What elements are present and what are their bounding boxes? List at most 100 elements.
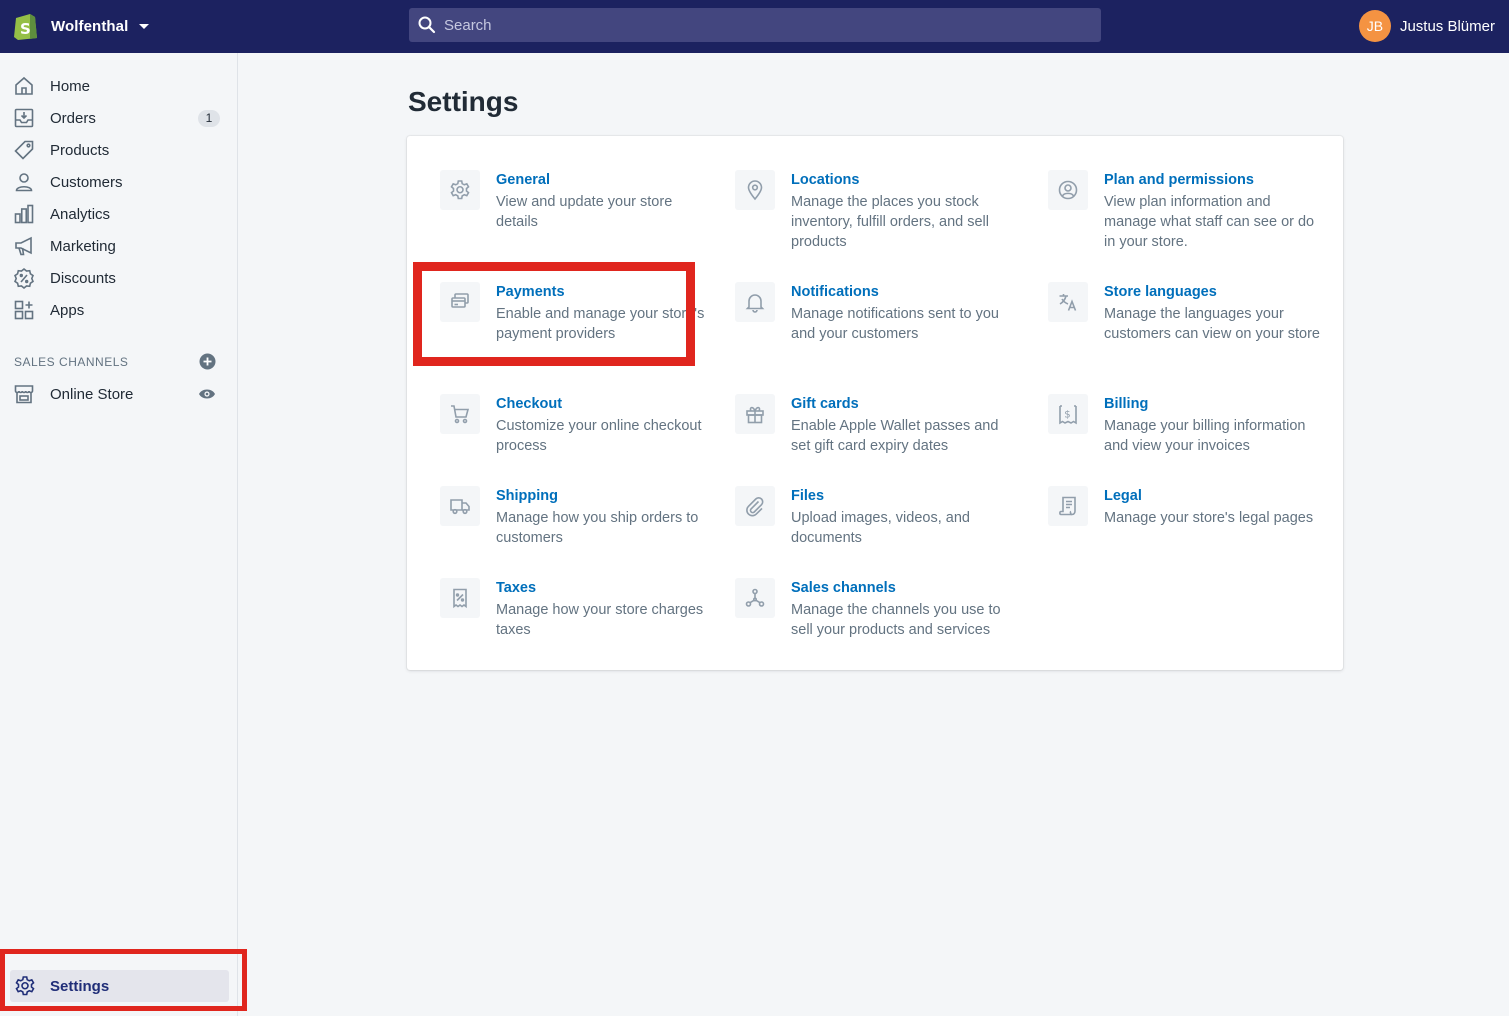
- search-input[interactable]: [444, 16, 1084, 34]
- tile-description: Manage how you ship orders to customers: [496, 510, 699, 546]
- page-title: Settings: [408, 86, 519, 117]
- tile-title: Shipping: [496, 488, 559, 504]
- location-pin-icon: [747, 180, 763, 201]
- sidebar-item-label: Apps: [50, 301, 85, 319]
- tile-title: Gift cards: [791, 396, 859, 412]
- payments-icon: [451, 293, 469, 308]
- legal-icon: [1059, 496, 1076, 516]
- shopify-logo-icon: S: [14, 14, 37, 40]
- sidebar-item-label: Products: [50, 141, 110, 159]
- settings-tile-payments[interactable]: Payments Enable and manage your store's …: [440, 282, 730, 372]
- chevron-down-icon: [139, 23, 150, 29]
- sidebar-item-discounts[interactable]: Discounts: [8, 262, 230, 294]
- tile-description: Manage your store's legal pages: [1104, 510, 1314, 526]
- tile-title: Files: [791, 488, 825, 504]
- avatar: JB: [1358, 10, 1391, 42]
- settings-tile-checkout[interactable]: Checkout Customize your online checkout …: [440, 394, 730, 484]
- sidebar-item-label: Analytics: [50, 205, 111, 223]
- tile-title: Taxes: [496, 580, 537, 596]
- settings-tile-store-languages[interactable]: Store languages Manage the languages you…: [1048, 282, 1338, 372]
- top-bar: S Wolfenthal JB Justus Blümer: [0, 0, 1509, 53]
- settings-tile-billing[interactable]: $ Billing Manage your billing informatio…: [1048, 394, 1338, 484]
- sidebar-item-label: Orders: [50, 109, 96, 127]
- tile-title: Locations: [791, 172, 860, 188]
- tile-title: Store languages: [1104, 284, 1217, 300]
- settings-tile-general[interactable]: General View and update your store detai…: [440, 170, 730, 260]
- bell-icon: [745, 294, 765, 313]
- tag-icon: [14, 140, 34, 160]
- tile-description: Upload images, videos, and documents: [791, 510, 970, 546]
- tile-description: Manage the channels you use to sell your…: [791, 602, 1001, 638]
- tile-title: Payments: [496, 284, 565, 300]
- settings-tile-locations[interactable]: Locations Manage the places you stock in…: [735, 170, 1025, 260]
- sidebar-item-label: Online Store: [50, 385, 134, 403]
- sidebar: Home Orders 1 Products Customers Analyti…: [0, 53, 247, 1016]
- tile-title: Billing: [1104, 396, 1149, 412]
- tile-description: View plan information and manage what st…: [1104, 194, 1315, 250]
- sidebar-item-apps[interactable]: Apps: [8, 294, 230, 326]
- tile-description: Customize your online checkout process: [496, 418, 702, 454]
- tile-description: Manage notifications sent to you and you…: [791, 306, 999, 342]
- tile-title: General: [496, 172, 550, 188]
- tile-description: Manage how your store charges taxes: [496, 602, 704, 638]
- add-sales-channel-icon[interactable]: [199, 353, 216, 370]
- discount-icon: [14, 267, 34, 289]
- cart-icon: [451, 405, 470, 424]
- tile-title: Legal: [1104, 488, 1142, 504]
- channels-icon: [745, 588, 765, 607]
- settings-card: General View and update your store detai…: [407, 136, 1343, 670]
- orders-count-badge: 1: [198, 110, 220, 127]
- tile-description: Enable Apple Wallet passes and set gift …: [791, 418, 999, 454]
- translate-icon: [1059, 294, 1077, 311]
- settings-tile-notifications[interactable]: Notifications Manage notifications sent …: [735, 282, 1025, 372]
- sidebar-item-analytics[interactable]: Analytics: [8, 198, 230, 230]
- user-menu[interactable]: JB Justus Blümer: [1358, 10, 1495, 42]
- tile-title: Checkout: [496, 396, 563, 412]
- sidebar-item-products[interactable]: Products: [8, 134, 230, 166]
- tile-description: Manage the languages your customers can …: [1104, 306, 1320, 342]
- svg-text:$: $: [1064, 410, 1070, 421]
- megaphone-icon: [15, 236, 32, 256]
- orders-icon: [14, 108, 34, 128]
- settings-tile-shipping[interactable]: Shipping Manage how you ship orders to c…: [440, 486, 730, 576]
- settings-tile-files[interactable]: Files Upload images, videos, and documen…: [735, 486, 1025, 576]
- store-switcher[interactable]: S Wolfenthal: [13, 12, 150, 40]
- settings-tile-gift-cards[interactable]: Gift cards Enable Apple Wallet passes an…: [735, 394, 1025, 484]
- store-name: Wolfenthal: [51, 17, 129, 35]
- tile-description: Enable and manage your store's payment p…: [496, 306, 705, 342]
- apps-icon: [14, 300, 34, 320]
- sidebar-item-marketing[interactable]: Marketing: [8, 230, 230, 262]
- tile-title: Notifications: [791, 284, 879, 300]
- sidebar-item-label: Customers: [50, 173, 123, 191]
- billing-icon: $: [1059, 405, 1077, 425]
- tile-description: Manage the places you stock inventory, f…: [791, 194, 989, 250]
- sidebar-item-label: Marketing: [50, 237, 116, 255]
- eye-icon[interactable]: [198, 387, 216, 401]
- sidebar-item-label: Home: [50, 77, 91, 95]
- settings-tile-sales-channels[interactable]: Sales channels Manage the channels you u…: [735, 578, 1025, 668]
- sidebar-item-home[interactable]: Home: [8, 70, 230, 102]
- settings-tile-plan-and-permissions[interactable]: Plan and permissions View plan informati…: [1048, 170, 1338, 260]
- search-icon: [418, 16, 436, 34]
- user-circle-icon: [1058, 180, 1078, 200]
- customer-icon: [15, 173, 33, 192]
- gift-icon: [746, 406, 764, 424]
- sidebar-item-orders[interactable]: Orders 1: [8, 102, 230, 134]
- sidebar-item-customers[interactable]: Customers: [8, 166, 230, 198]
- user-name: Justus Blümer: [1399, 17, 1495, 35]
- tile-description: View and update your store details: [496, 194, 673, 230]
- sidebar-item-settings[interactable]: Settings: [10, 970, 229, 1002]
- sidebar-item-online-store[interactable]: Online Store: [8, 378, 230, 410]
- gear-icon: [450, 180, 470, 200]
- sidebar-item-label: Discounts: [50, 269, 116, 287]
- taxes-icon: [453, 588, 467, 609]
- settings-tile-legal[interactable]: Legal Manage your store's legal pages: [1048, 486, 1338, 576]
- store-icon: [14, 385, 34, 404]
- home-icon: [15, 76, 33, 95]
- settings-tile-taxes[interactable]: Taxes Manage how your store charges taxe…: [440, 578, 730, 668]
- tile-description: Manage your billing information and view…: [1104, 418, 1306, 454]
- gear-icon: [15, 976, 35, 996]
- paperclip-icon: [746, 497, 764, 517]
- search-bar[interactable]: [409, 8, 1101, 42]
- tile-title: Plan and permissions: [1104, 172, 1254, 188]
